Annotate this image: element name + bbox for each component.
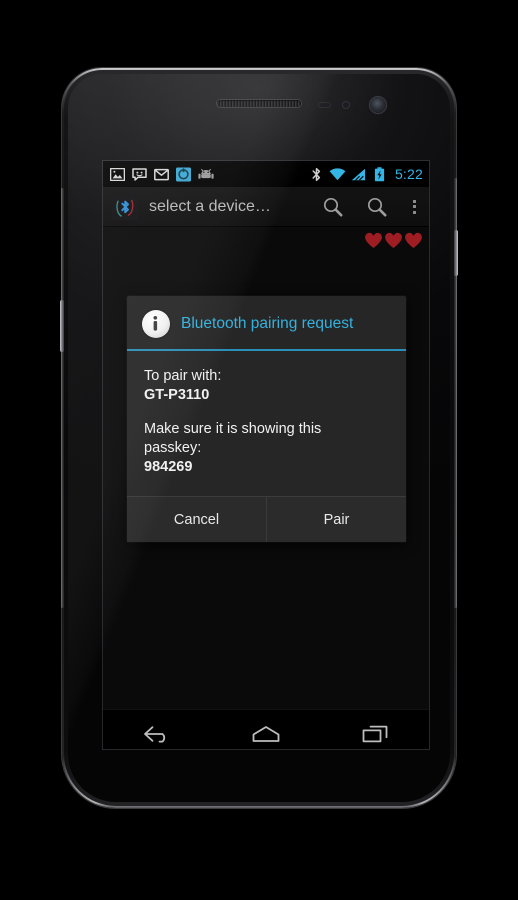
battery-charging-icon (371, 166, 388, 182)
phone-device: 5:22 select a device… Bluetooth pairing … (60, 68, 458, 808)
navigation-bar (103, 709, 429, 749)
search-icon-secondary[interactable] (355, 187, 399, 227)
bluetooth-app-icon[interactable] (112, 193, 138, 220)
dialog-passkey-value: 984269 (144, 459, 193, 475)
hearts-indicator (364, 231, 423, 249)
status-bar-notification-icons (109, 167, 214, 182)
phone-left-edge (61, 188, 64, 608)
cancel-button[interactable]: Cancel (127, 497, 267, 542)
action-bar-title: select a device… (149, 197, 271, 215)
pair-button[interactable]: Pair (267, 497, 406, 542)
heart-icon-3 (404, 231, 423, 249)
earpiece-speaker (217, 100, 301, 107)
power-button[interactable] (454, 230, 458, 276)
dialog-buttons: Cancel Pair (127, 496, 406, 542)
dialog-spacer (144, 405, 389, 420)
android-icon (197, 167, 214, 182)
dialog-line-pair-with: To pair with: (144, 368, 222, 384)
overflow-menu-icon[interactable] (399, 187, 429, 227)
status-bar[interactable]: 5:22 (103, 161, 429, 187)
heart-icon-2 (384, 231, 403, 249)
proximity-sensor (318, 102, 331, 108)
volume-rocker-button[interactable] (60, 300, 64, 352)
gallery-icon (109, 167, 126, 182)
light-sensor (342, 101, 350, 109)
dialog-title: Bluetooth pairing request (181, 315, 354, 332)
back-button[interactable] (120, 710, 194, 749)
phone-front-glass: 5:22 select a device… Bluetooth pairing … (68, 74, 450, 802)
wifi-icon (329, 167, 346, 182)
overflow-dots (412, 199, 416, 214)
bluetooth-pairing-dialog: Bluetooth pairing request To pair with: … (127, 296, 406, 542)
dialog-line-passkey-2: passkey: (144, 440, 202, 456)
bluetooth-icon (308, 167, 325, 182)
dialog-body: To pair with: GT-P3110 Make sure it is s… (127, 351, 406, 496)
gmail-icon (153, 167, 170, 182)
heart-icon-1 (364, 231, 383, 249)
action-bar: select a device… (103, 187, 429, 227)
action-bar-buttons (311, 187, 429, 226)
info-icon (142, 310, 170, 338)
messaging-icon (131, 167, 148, 182)
phone-screen: 5:22 select a device… Bluetooth pairing … (103, 161, 429, 749)
app-notification-icon (175, 167, 192, 182)
search-icon[interactable] (311, 187, 355, 227)
recents-button[interactable] (338, 710, 412, 749)
front-camera (370, 97, 386, 113)
dialog-header: Bluetooth pairing request (127, 296, 406, 351)
dialog-line-passkey-1: Make sure it is showing this (144, 421, 322, 437)
status-bar-system-icons: 5:22 (308, 166, 423, 182)
status-bar-clock: 5:22 (394, 166, 423, 182)
dialog-device-name: GT-P3110 (144, 387, 210, 403)
cellular-signal-icon (350, 167, 367, 182)
home-button[interactable] (229, 710, 303, 749)
content-area: Bluetooth pairing request To pair with: … (103, 227, 429, 709)
